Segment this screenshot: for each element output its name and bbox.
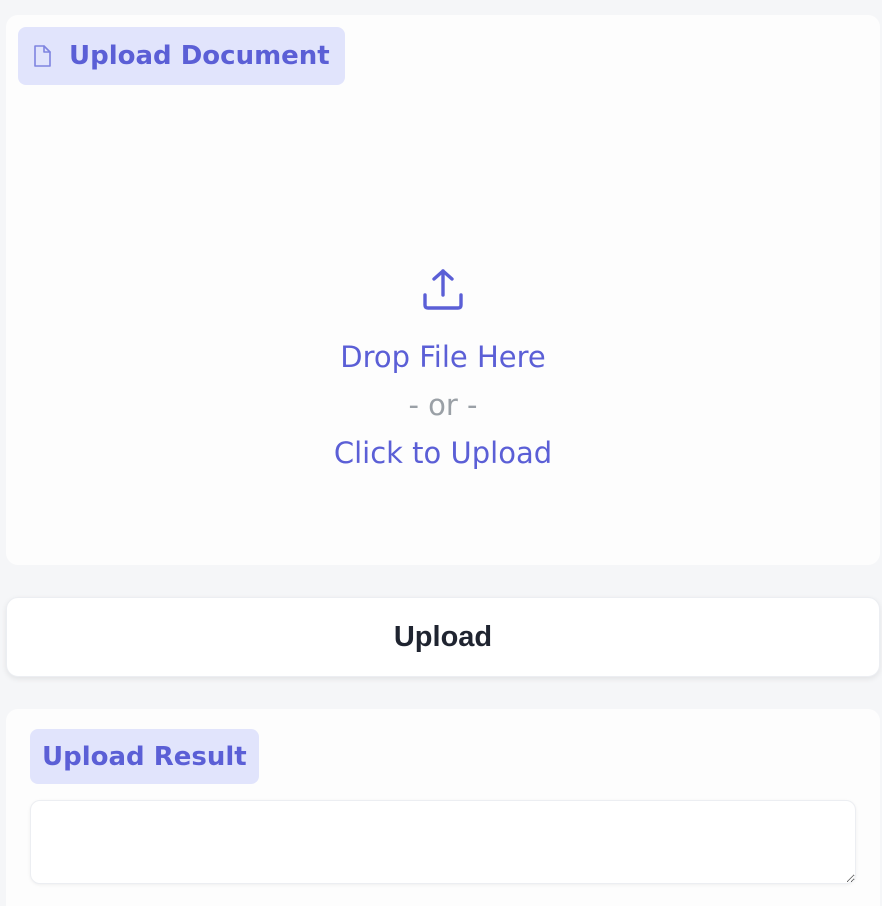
upload-icon (420, 266, 466, 312)
upload-result-label: Upload Result (30, 729, 259, 784)
upload-document-label: Upload Document (18, 27, 345, 85)
drop-zone-content[interactable]: Drop File Here - or - Click to Upload (6, 250, 880, 490)
page: Upload Document Drop File Here - or - Cl… (0, 0, 882, 906)
upload-result-label-text: Upload Result (42, 741, 247, 772)
click-to-upload-link[interactable]: Click to Upload (334, 435, 552, 471)
drop-file-text: Drop File Here (340, 340, 546, 374)
upload-button[interactable]: Upload (6, 597, 880, 677)
file-icon (32, 44, 52, 68)
upload-result-textarea[interactable] (30, 800, 856, 884)
or-separator-text: - or - (408, 388, 478, 422)
upload-document-label-text: Upload Document (69, 41, 330, 71)
